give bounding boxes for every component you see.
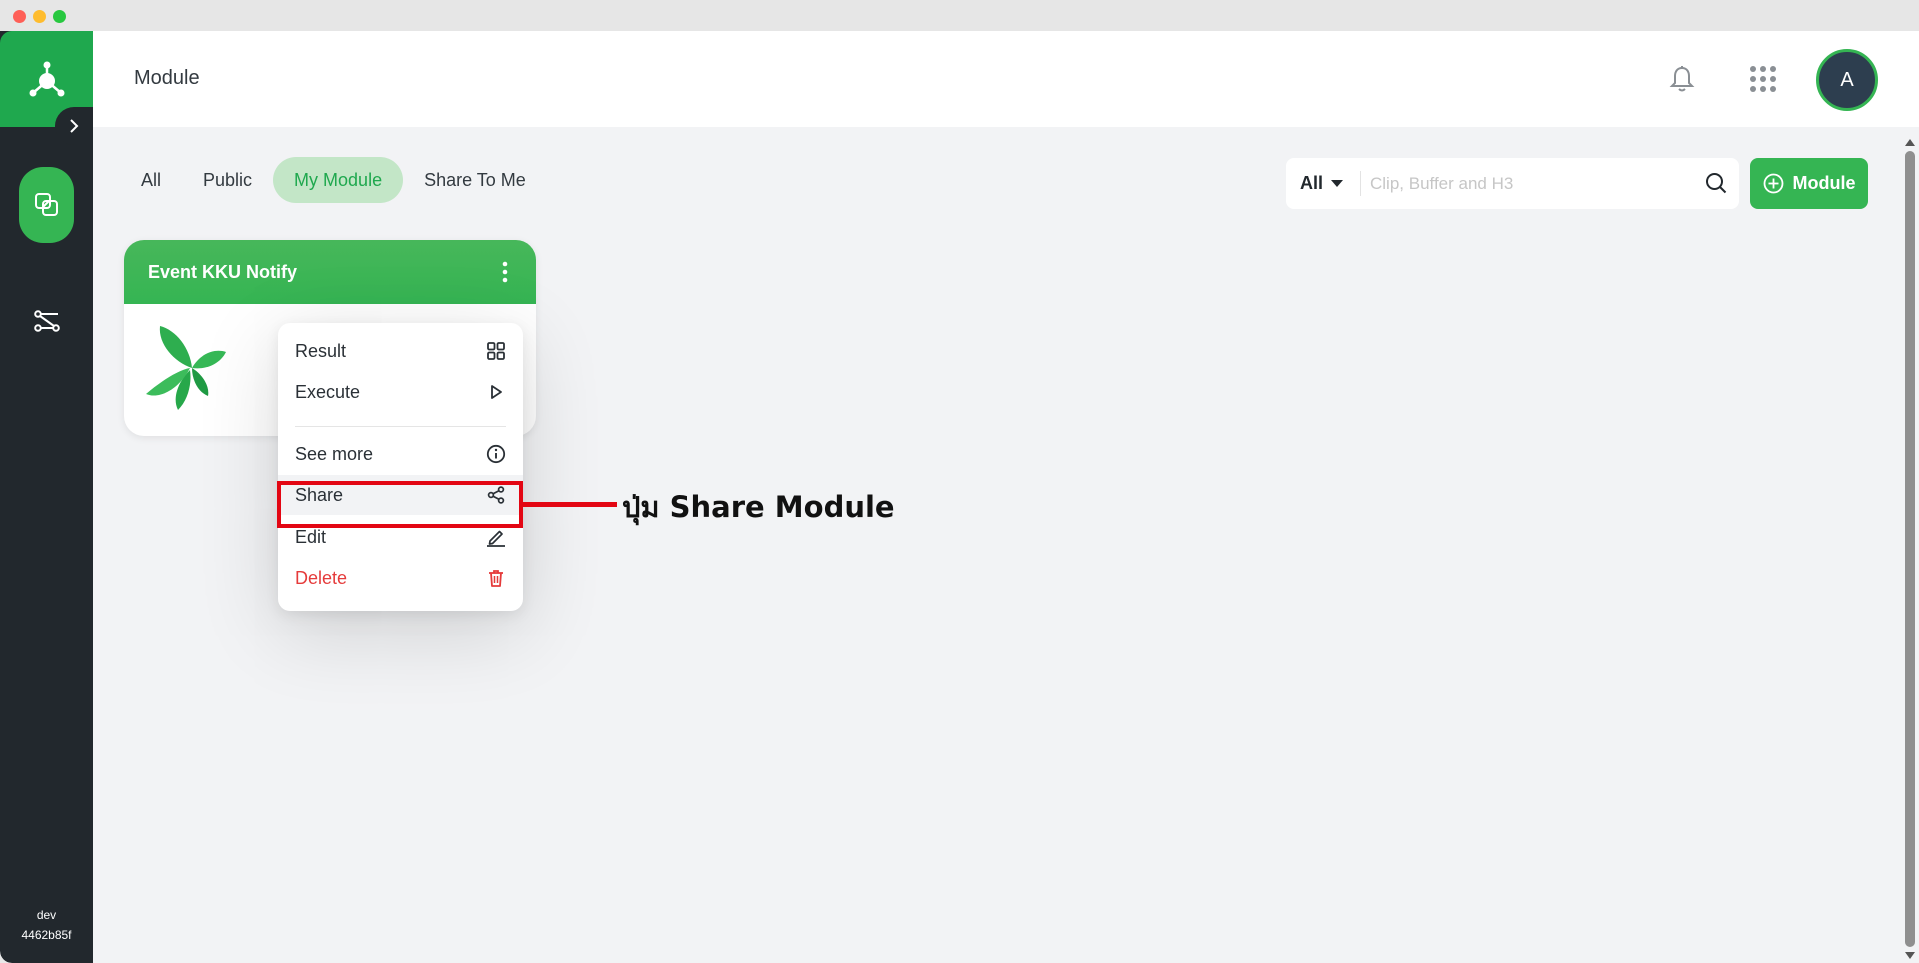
play-icon [491,385,502,399]
module-filter-tabs: All Public My Module Share To Me [120,157,547,203]
flow-icon [33,310,60,332]
search-bar: All [1286,158,1739,209]
close-window-button[interactable] [13,10,26,23]
module-icon [34,193,58,216]
caret-down-icon [1331,179,1344,187]
environment-info: dev 4462b85f [0,905,93,945]
trash-icon [489,570,503,587]
user-avatar[interactable]: A [1816,49,1878,111]
info-icon [486,444,506,464]
module-card-title: Event KKU Notify [148,262,298,282]
app-window: dev 4462b85f Module A All Public My Modu… [0,31,1919,963]
scroll-up-arrow[interactable] [1905,139,1915,146]
window-titlebar [0,0,1919,31]
grid-icon [487,342,505,360]
vertical-scrollbar[interactable] [1900,135,1919,963]
menu-item-execute-label: Execute [295,381,361,402]
page-title: Module [134,67,200,89]
callout-label: ปุ่ม Share Module [622,490,895,524]
minimize-window-button[interactable] [33,10,46,23]
menu-item-delete[interactable]: Delete [278,558,523,598]
top-bar: Module A [93,31,1919,127]
bell-icon [1669,66,1695,92]
scroll-down-arrow[interactable] [1905,952,1915,959]
menu-item-execute[interactable]: Execute [278,372,523,412]
pencil-icon [487,530,505,547]
tab-my-module[interactable]: My Module [273,157,404,203]
tab-all[interactable]: All [120,157,182,203]
search-icon[interactable] [1705,172,1727,194]
menu-item-delete-label: Delete [295,567,348,588]
scroll-thumb[interactable] [1905,151,1915,947]
search-filter-value: All [1300,173,1324,193]
module-card-header: Event KKU Notify [124,240,536,304]
search-filter-select[interactable]: All [1300,158,1344,209]
search-divider [1360,171,1361,196]
menu-divider [295,426,506,427]
environment-name: dev [36,908,57,922]
menu-item-see-more[interactable]: See more [278,434,523,474]
menu-item-see-more-label: See more [295,443,374,464]
kebab-menu-icon[interactable] [500,260,510,284]
maximize-window-button[interactable] [53,10,66,23]
menu-item-result[interactable]: Result [278,331,523,371]
add-module-button[interactable]: Module [1750,158,1868,209]
sidebar-expand-button[interactable] [55,107,93,145]
plus-circle-icon [1763,173,1783,194]
module-context-menu: Result Execute See more Share Edit Delet… [278,323,523,611]
network-logo-icon [29,61,64,97]
tab-share-to-me[interactable]: Share To Me [403,157,547,203]
build-id: 4462b85f [21,928,72,942]
sidebar-item-flow[interactable] [19,293,74,349]
menu-item-result-label: Result [295,340,347,361]
share-highlight-box [277,481,523,528]
tab-public[interactable]: Public [182,157,273,203]
notifications-button[interactable] [1664,61,1700,97]
sidebar: dev 4462b85f [0,31,93,963]
apps-menu-button[interactable] [1745,61,1781,97]
sidebar-item-module[interactable] [19,167,74,243]
search-input[interactable] [1370,158,1700,209]
chevron-right-icon [70,119,79,133]
add-module-label: Module [1792,173,1856,193]
callout-connector-line [522,502,617,507]
module-leaf-logo-icon [146,326,226,410]
menu-item-edit-label: Edit [295,526,327,547]
grid-dots-icon [1750,66,1776,92]
